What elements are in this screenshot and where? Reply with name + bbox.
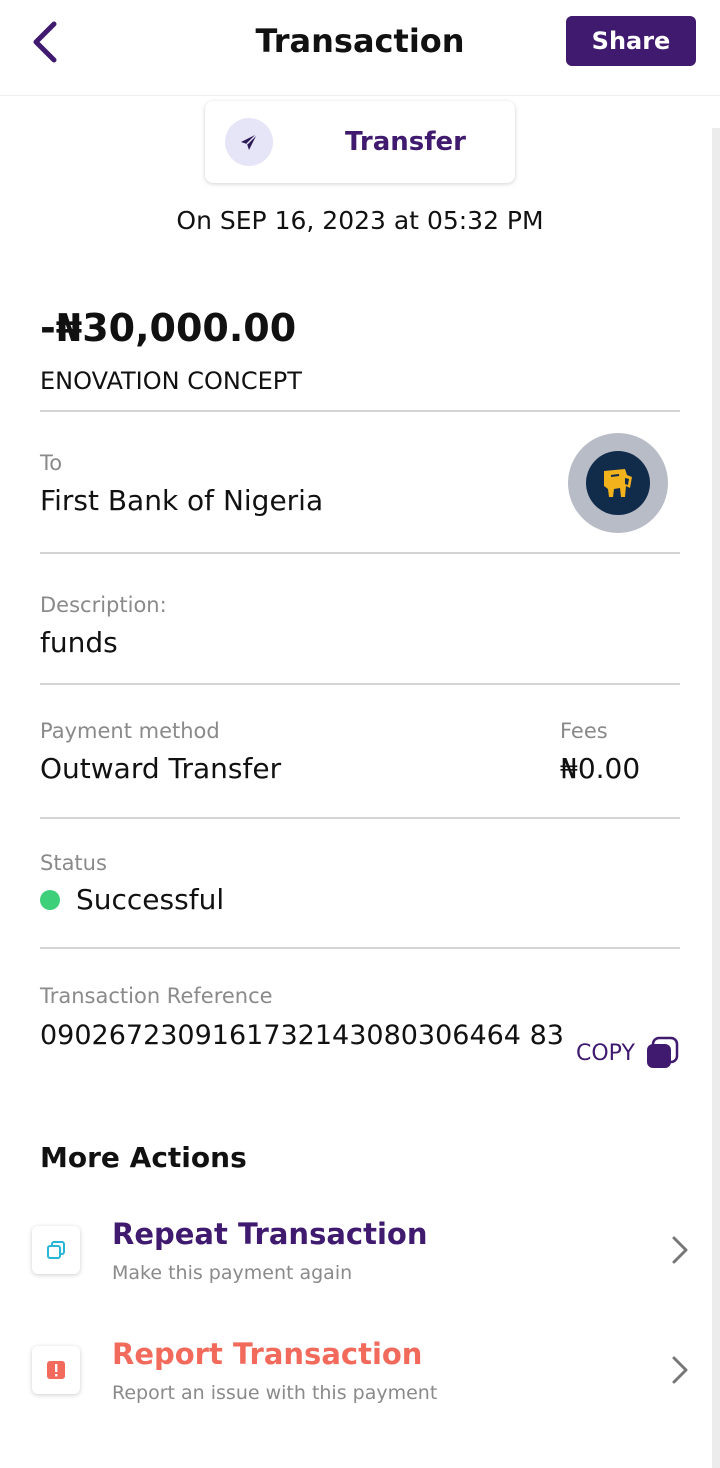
- copy-button[interactable]: COPY: [576, 1036, 686, 1070]
- divider: [40, 817, 680, 819]
- copy-icon: [646, 1036, 679, 1068]
- report-transaction-subtitle: Report an issue with this payment: [112, 1382, 438, 1404]
- chevron-right-icon: [672, 1356, 688, 1384]
- status-label: Status: [40, 851, 107, 875]
- alert-icon: [32, 1346, 80, 1394]
- transaction-type-label: Transfer: [345, 127, 466, 157]
- copy-label: COPY: [576, 1040, 635, 1066]
- repeat-icon: [32, 1226, 80, 1274]
- reference-label: Transaction Reference: [40, 984, 273, 1008]
- elephant-icon: [586, 451, 650, 515]
- fees-label: Fees: [560, 719, 608, 743]
- status-value: Successful: [76, 883, 225, 916]
- app-header: Transaction Share: [0, 0, 720, 96]
- transaction-amount: -₦30,000.00: [40, 306, 297, 350]
- report-transaction-title: Report Transaction: [112, 1337, 423, 1371]
- repeat-transaction-action[interactable]: Repeat Transaction Make this payment aga…: [0, 1200, 720, 1300]
- report-transaction-action[interactable]: Report Transaction Report an issue with …: [0, 1320, 720, 1420]
- chevron-right-icon: [672, 1236, 688, 1264]
- share-button[interactable]: Share: [566, 16, 696, 66]
- divider: [40, 947, 680, 949]
- send-icon: [225, 118, 273, 166]
- transaction-type-card: Transfer: [205, 101, 515, 183]
- to-label: To: [40, 451, 63, 475]
- divider: [40, 683, 680, 685]
- payment-method-label: Payment method: [40, 719, 220, 743]
- datetime-at: at: [393, 206, 419, 235]
- transaction-date: SEP 16, 2023: [219, 206, 386, 235]
- status-indicator: [40, 890, 60, 910]
- transaction-time: 05:32 PM: [426, 206, 544, 235]
- repeat-transaction-title: Repeat Transaction: [112, 1217, 428, 1251]
- repeat-transaction-subtitle: Make this payment again: [112, 1262, 353, 1284]
- beneficiary-name: ENOVATION CONCEPT: [40, 367, 302, 395]
- payment-method-value: Outward Transfer: [40, 752, 282, 785]
- description-label: Description:: [40, 593, 167, 617]
- fees-value: ₦0.00: [560, 752, 641, 785]
- transaction-datetime: On SEP 16, 2023 at 05:32 PM: [0, 206, 720, 235]
- divider: [40, 410, 680, 412]
- bank-logo: [568, 433, 668, 533]
- datetime-on: On: [176, 206, 212, 235]
- reference-value: 0902672309161732143080306464 83: [40, 1020, 564, 1051]
- more-actions-title: More Actions: [40, 1141, 247, 1174]
- bank-name: First Bank of Nigeria: [40, 484, 324, 517]
- divider: [40, 552, 680, 554]
- description-value: funds: [40, 626, 118, 659]
